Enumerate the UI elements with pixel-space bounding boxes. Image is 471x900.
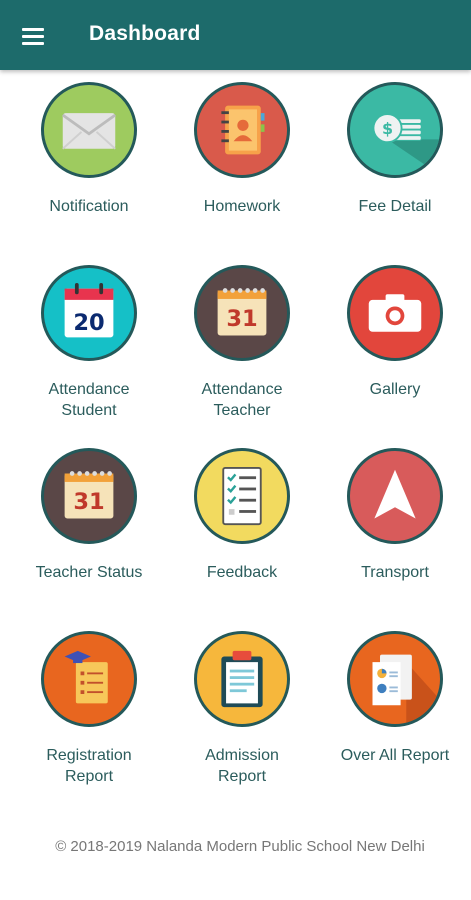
tile-teacher-status[interactable]: 31 Teacher Status: [14, 436, 164, 606]
calendar-number: 31: [73, 489, 104, 515]
tile-admission-report[interactable]: Admission Report: [167, 619, 317, 789]
tile-transport[interactable]: Transport: [320, 436, 470, 606]
tile-label: Attendance Student: [48, 381, 130, 419]
tile-gallery[interactable]: Gallery: [320, 253, 470, 423]
envelope-icon: [41, 82, 137, 178]
tile-label: Gallery: [369, 381, 421, 398]
calendar-number: 20: [73, 310, 104, 336]
tile-attendance-teacher[interactable]: 31 Attendance Teacher: [167, 253, 317, 423]
page-title: Dashboard: [89, 22, 201, 45]
tile-label: Over All Report: [340, 747, 450, 764]
tile-label: Homework: [203, 198, 281, 215]
svg-text:$: $: [382, 119, 393, 138]
calendar-number: 31: [226, 306, 257, 332]
tile-label: Fee Detail: [358, 198, 432, 215]
tile-feedback[interactable]: Feedback: [167, 436, 317, 606]
tile-attendance-student[interactable]: 20 Attendance Student: [14, 253, 164, 423]
tile-label: Transport: [361, 564, 429, 581]
checklist-icon: [194, 448, 290, 544]
calendar-31-icon: 31: [41, 448, 137, 544]
calendar-31-icon: 31: [194, 265, 290, 361]
calendar-20-icon: 20: [41, 265, 137, 361]
navigation-arrow-icon: [347, 448, 443, 544]
tile-label: Teacher Status: [35, 564, 143, 581]
tile-notification[interactable]: Notification: [14, 70, 164, 240]
app-bar: Dashboard: [0, 0, 471, 70]
graduation-report-icon: [41, 631, 137, 727]
hamburger-menu-icon[interactable]: [18, 22, 54, 50]
tile-label: Notification: [49, 198, 129, 215]
footer-copyright: © 2018-2019 Nalanda Modern Public School…: [55, 838, 425, 855]
camera-icon: [347, 265, 443, 361]
tile-label: Admission Report: [205, 747, 279, 785]
address-book-icon: [194, 82, 290, 178]
clipboard-icon: [194, 631, 290, 727]
tile-over-all-report[interactable]: Over All Report: [320, 619, 470, 789]
tile-registration-report[interactable]: Registration Report: [14, 619, 164, 789]
tile-label: Attendance Teacher: [201, 381, 283, 419]
report-chart-icon: [347, 631, 443, 727]
tile-label: Registration Report: [46, 747, 132, 785]
tile-fee-detail[interactable]: $ Fee Detail: [320, 70, 470, 240]
money-coins-icon: $: [347, 82, 443, 178]
tile-label: Feedback: [206, 564, 278, 581]
tile-homework[interactable]: Homework: [167, 70, 317, 240]
